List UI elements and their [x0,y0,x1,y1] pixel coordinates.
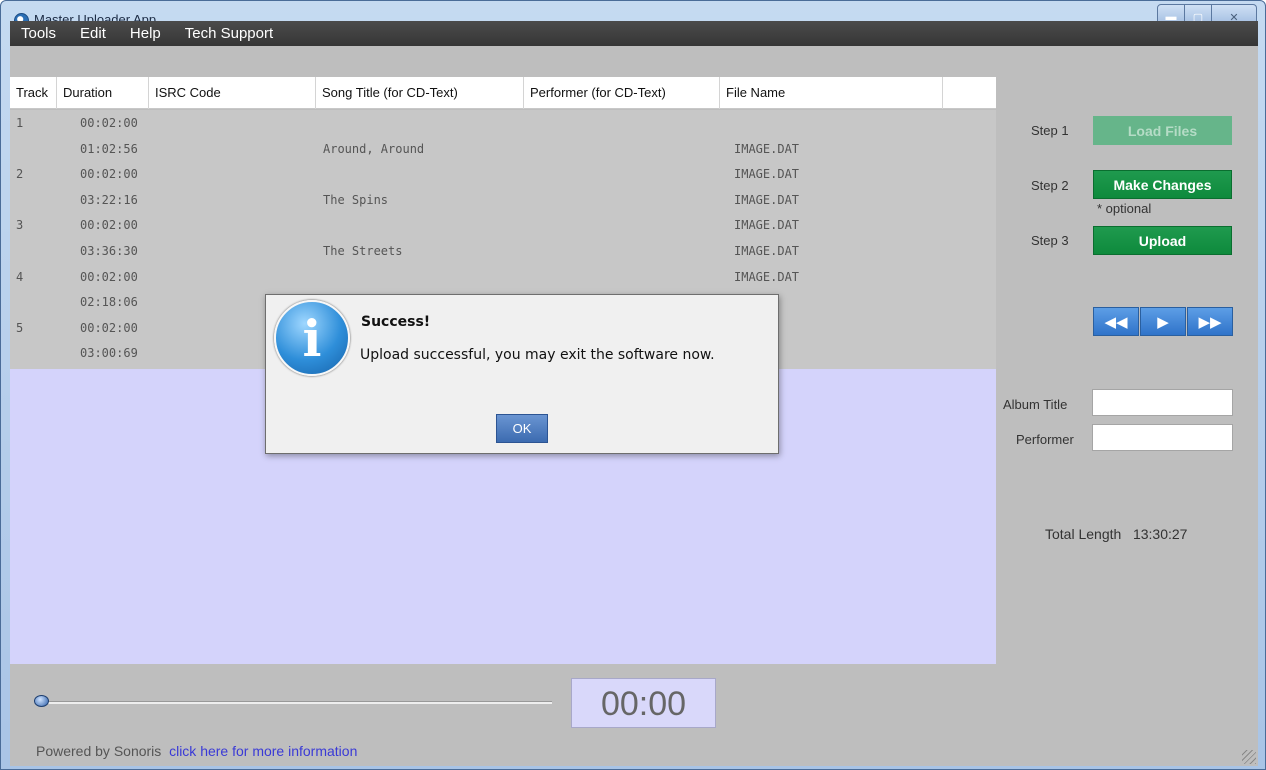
success-dialog: i Success! Upload successful, you may ex… [265,294,779,454]
header-isrc[interactable]: ISRC Code [149,77,316,109]
performer-input[interactable] [1092,424,1233,451]
cell-duration: 00:02:00 [80,116,138,130]
app-window: Master Uploader App ▬ ▢ ✕ Tools Edit Hel… [0,0,1266,770]
header-extra [943,77,996,109]
ok-button[interactable]: OK [496,414,548,443]
header-performer[interactable]: Performer (for CD-Text) [524,77,720,109]
header-song-title[interactable]: Song Title (for CD-Text) [316,77,524,109]
total-length-value: 13:30:27 [1132,526,1188,542]
cell-track: 5 [16,320,24,335]
cell-duration: 02:18:06 [80,295,138,310]
cell-track: 2 [16,167,24,182]
header-file-name[interactable]: File Name [720,77,943,109]
make-changes-button[interactable]: Make Changes [1093,170,1232,199]
header-track[interactable]: Track [10,77,57,109]
cell-file: IMAGE.DAT [734,269,800,284]
table-row[interactable]: 03:36:30 The Streets IMAGE.DAT [10,238,996,264]
cell-duration: 00:02:00 [80,167,138,182]
dialog-message: Upload successful, you may exit the soft… [360,347,715,363]
footer: Powered by Sonoris click here for more i… [36,743,357,759]
play-button[interactable]: ▶ [1140,307,1186,336]
cell-track: 3 [16,218,24,233]
table-row[interactable]: 2 00:02:00 IMAGE.DAT [10,161,996,187]
cell-title: Around, Around [323,141,425,156]
table-header: Track Duration ISRC Code Song Title (for… [10,77,996,109]
album-title-label: Album Title [1003,397,1068,412]
table-row[interactable]: 4 00:02:00 IMAGE.DAT [10,264,996,290]
cell-duration: 00:02:00 [80,269,138,284]
total-length-label: Total Length [1045,526,1122,542]
cell-file: IMAGE.DAT [734,141,800,156]
dialog-title: Success! [361,314,431,330]
cell-title: The Spins [323,192,389,207]
menu-tools[interactable]: Tools [10,25,69,42]
table-row[interactable]: 03:22:16 The Spins IMAGE.DAT [10,187,996,213]
cell-file: IMAGE.DAT [734,244,800,258]
step2-label: Step 2 [1031,178,1069,193]
cell-duration: 03:22:16 [80,192,138,207]
more-info-link[interactable]: click here for more information [169,743,357,759]
cell-track: 1 [16,116,24,130]
menu-tech-support[interactable]: Tech Support [174,25,286,42]
cell-duration: 00:02:00 [80,320,138,335]
info-icon: i [274,300,350,376]
cell-file: IMAGE.DAT [734,218,800,233]
menu-help[interactable]: Help [119,25,174,42]
cell-duration: 00:02:00 [80,218,138,233]
total-length: Total Length 13:30:27 [1045,526,1187,542]
step1-label: Step 1 [1031,123,1069,138]
cell-duration: 01:02:56 [80,141,138,156]
cell-duration: 03:00:69 [80,346,138,361]
cell-file: IMAGE.DAT [734,192,800,207]
album-title-input[interactable] [1092,389,1233,416]
cell-duration: 03:36:30 [80,244,138,258]
menu-bar: Tools Edit Help Tech Support [10,21,1258,46]
transport-controls: ◀◀ ▶ ▶▶ [1093,307,1234,336]
header-duration[interactable]: Duration [57,77,149,109]
menu-edit[interactable]: Edit [69,25,119,42]
table-row[interactable]: 01:02:56 Around, Around IMAGE.DAT [10,136,996,162]
performer-label: Performer [1016,432,1074,447]
rewind-button[interactable]: ◀◀ [1093,307,1139,336]
table-row[interactable]: 3 00:02:00 IMAGE.DAT [10,212,996,238]
load-files-button[interactable]: Load Files [1093,116,1232,145]
optional-note: * optional [1097,201,1152,216]
step3-label: Step 3 [1031,233,1069,248]
seek-slider-thumb[interactable] [34,695,49,707]
cell-file: IMAGE.DAT [734,167,800,182]
cell-title: The Streets [323,244,403,258]
time-display: 00:00 [571,678,716,728]
powered-by-text: Powered by Sonoris [36,743,162,759]
upload-button[interactable]: Upload [1093,226,1232,255]
resize-grip[interactable] [1242,750,1256,764]
seek-slider-track[interactable] [42,701,552,704]
fast-forward-button[interactable]: ▶▶ [1187,307,1233,336]
cell-track: 4 [16,269,24,284]
table-row[interactable]: 1 00:02:00 [10,110,996,136]
